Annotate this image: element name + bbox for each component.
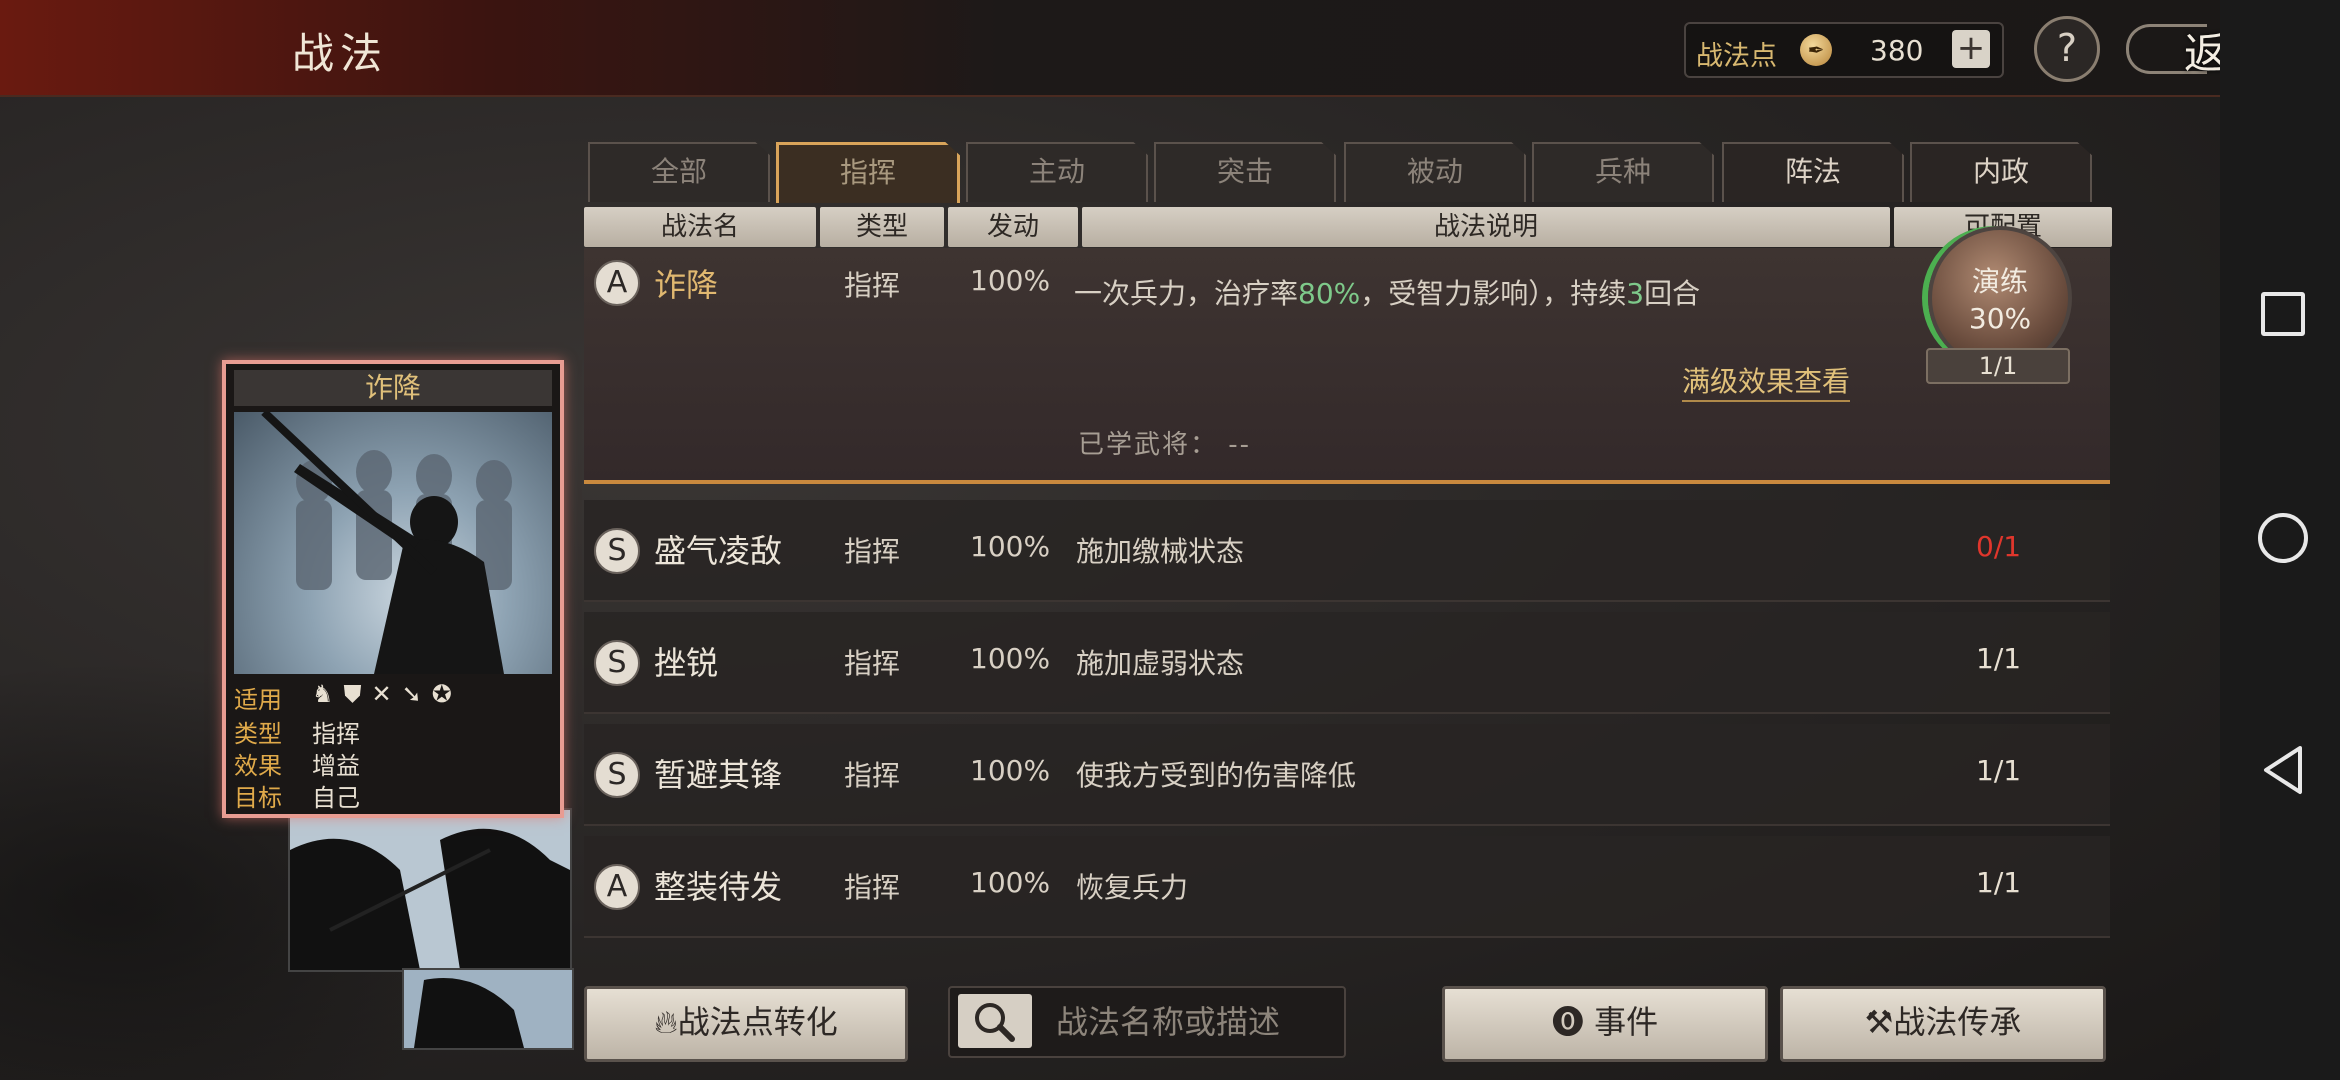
card-applicable-row: 适用 ♞⛊✕➘✪ [234, 680, 552, 714]
tab-active[interactable]: 主动 [966, 142, 1148, 202]
skill-name: 盛气凌敌 [654, 532, 783, 570]
skill-name: 暂避其锋 [654, 756, 783, 794]
grade-badge: S [594, 528, 640, 574]
search-icon [975, 1003, 1015, 1042]
configurable-count: 1/1 [1976, 866, 2022, 899]
help-button[interactable]: ? [2034, 16, 2100, 82]
grade-badge: S [594, 752, 640, 798]
tab-passive[interactable]: 被动 [1344, 142, 1526, 202]
practice-count: 1/1 [1926, 348, 2070, 384]
type-label: 类型 [234, 720, 282, 748]
configurable-count: 1/1 [1976, 642, 2022, 675]
skill-type: 指挥 [844, 647, 901, 680]
skill-name: 整装待发 [654, 868, 783, 906]
system-nav-bar [2220, 0, 2340, 1080]
inherit-label: 战法传承 [1893, 1003, 2022, 1041]
practice-percent: 30% [1968, 302, 2032, 335]
effect-label: 效果 [234, 752, 282, 780]
column-header-name: 战法名 [584, 207, 816, 247]
event-button[interactable]: ⓿ 事件 [1442, 986, 1768, 1062]
search-box [948, 986, 1346, 1058]
skill-type: 指挥 [844, 871, 901, 904]
skill-name: 诈降 [654, 266, 719, 304]
bow-icon: ✕ [371, 680, 402, 708]
skill-description: 一次兵力，治疗率80%，受智力影响），持续3回合 [1074, 277, 1701, 310]
card-effect-row: 效果 增益 [234, 746, 552, 780]
convert-points-button[interactable]: 🔥︎战法点转化 [584, 986, 908, 1062]
effect-value: 增益 [312, 752, 360, 780]
practice-label: 演练 [1971, 265, 2028, 298]
tab-troop[interactable]: 兵种 [1532, 142, 1714, 202]
flame-icon: 🔥︎ [654, 1003, 678, 1041]
card-stack-back [288, 808, 572, 972]
card-title: 诈降 [234, 370, 552, 406]
configurable-count: 1/1 [1976, 754, 2022, 787]
skill-description: 施加缴械状态 [1076, 535, 1245, 568]
type-value: 指挥 [312, 720, 360, 748]
page-title: 战法 [292, 29, 389, 78]
grade-badge: S [594, 640, 640, 686]
skill-points-value: 380 [1870, 34, 1924, 67]
configurable-count: 0/1 [1976, 530, 2022, 563]
recent-apps-icon[interactable] [2261, 292, 2305, 336]
skill-trigger: 100% [970, 642, 1051, 675]
skill-row[interactable]: S 盛气凌敌 指挥 100% 施加缴械状态 0/1 [584, 500, 2110, 602]
skill-trigger: 100% [970, 866, 1051, 899]
skill-point-coin-icon: ✒ [1800, 34, 1832, 66]
full-effect-link[interactable]: 满级效果查看 [1682, 360, 1851, 402]
column-header-trigger: 发动 [948, 207, 1078, 247]
skill-row[interactable]: A 整装待发 指挥 100% 恢复兵力 1/1 [584, 836, 2110, 938]
card-artwork [234, 412, 552, 674]
skill-type: 指挥 [844, 269, 901, 302]
cavalry-icon: ♞ [312, 680, 344, 708]
tab-internal[interactable]: 内政 [1910, 142, 2092, 202]
skill-trigger: 100% [970, 754, 1051, 787]
tab-all[interactable]: 全部 [588, 142, 770, 202]
inherit-button[interactable]: ⚒战法传承 [1780, 986, 2106, 1062]
troop-icons: ♞⛊✕➘✪ [312, 680, 462, 708]
convert-points-label: 战法点转化 [677, 1003, 838, 1041]
spear-icon: ➘ [401, 680, 432, 708]
tab-formation[interactable]: 阵法 [1722, 142, 1904, 202]
skill-type: 指挥 [844, 535, 901, 568]
column-header-description: 战法说明 [1082, 207, 1890, 247]
tab-assault[interactable]: 突击 [1154, 142, 1336, 202]
card-stack-back [402, 968, 574, 1050]
search-button[interactable] [958, 994, 1032, 1048]
skill-row[interactable]: S 暂避其锋 指挥 100% 使我方受到的伤害降低 1/1 [584, 724, 2110, 826]
skill-description: 恢复兵力 [1076, 871, 1189, 904]
skill-name: 挫锐 [654, 644, 719, 682]
skill-type: 指挥 [844, 759, 901, 792]
skill-description: 使我方受到的伤害降低 [1076, 759, 1357, 792]
event-icon: ⓿ [1551, 1003, 1584, 1041]
grade-badge: A [594, 864, 640, 910]
skill-list: A 诈降 指挥 100% 一次兵力，治疗率80%，受智力影响），持续3回合 演练… [584, 226, 2110, 968]
target-value: 自己 [312, 784, 360, 812]
skill-points-box: 战法点 ✒ 380 + [1684, 22, 2004, 78]
search-input[interactable] [1054, 998, 1338, 1046]
grade-badge: A [594, 260, 640, 306]
tab-command[interactable]: 指挥 [776, 142, 960, 203]
card-type-row: 类型 指挥 [234, 714, 552, 748]
top-bar: 战法 战法点 ✒ 380 + ? 返回 [0, 0, 2272, 97]
home-icon[interactable] [2258, 513, 2308, 563]
back-nav-icon[interactable] [2260, 744, 2304, 796]
skill-trigger: 100% [970, 530, 1051, 563]
skill-trigger: 100% [970, 264, 1051, 297]
learned-generals: 已学武将： -- [1078, 430, 1252, 460]
hammer-icon: ⚒ [1864, 1003, 1894, 1041]
card-target-row: 目标 自己 [234, 778, 552, 812]
selected-skill-row[interactable]: A 诈降 指挥 100% 一次兵力，治疗率80%，受智力影响），持续3回合 演练… [584, 226, 2110, 484]
skill-description: 施加虚弱状态 [1076, 647, 1245, 680]
target-label: 目标 [234, 784, 282, 812]
skill-card[interactable]: 诈降 适用 ♞⛊✕➘✪ 类型 指挥 效果 增益 目标 自己 [222, 360, 564, 818]
applicable-label: 适用 [234, 686, 282, 714]
add-points-button[interactable]: + [1952, 30, 1990, 68]
wheel-icon: ✪ [431, 680, 462, 708]
skill-row[interactable]: S 挫锐 指挥 100% 施加虚弱状态 1/1 [584, 612, 2110, 714]
skill-points-label: 战法点 [1696, 41, 1777, 72]
column-header-type: 类型 [820, 207, 944, 247]
event-label: 事件 [1594, 1003, 1659, 1041]
shield-icon: ⛊ [343, 680, 372, 708]
